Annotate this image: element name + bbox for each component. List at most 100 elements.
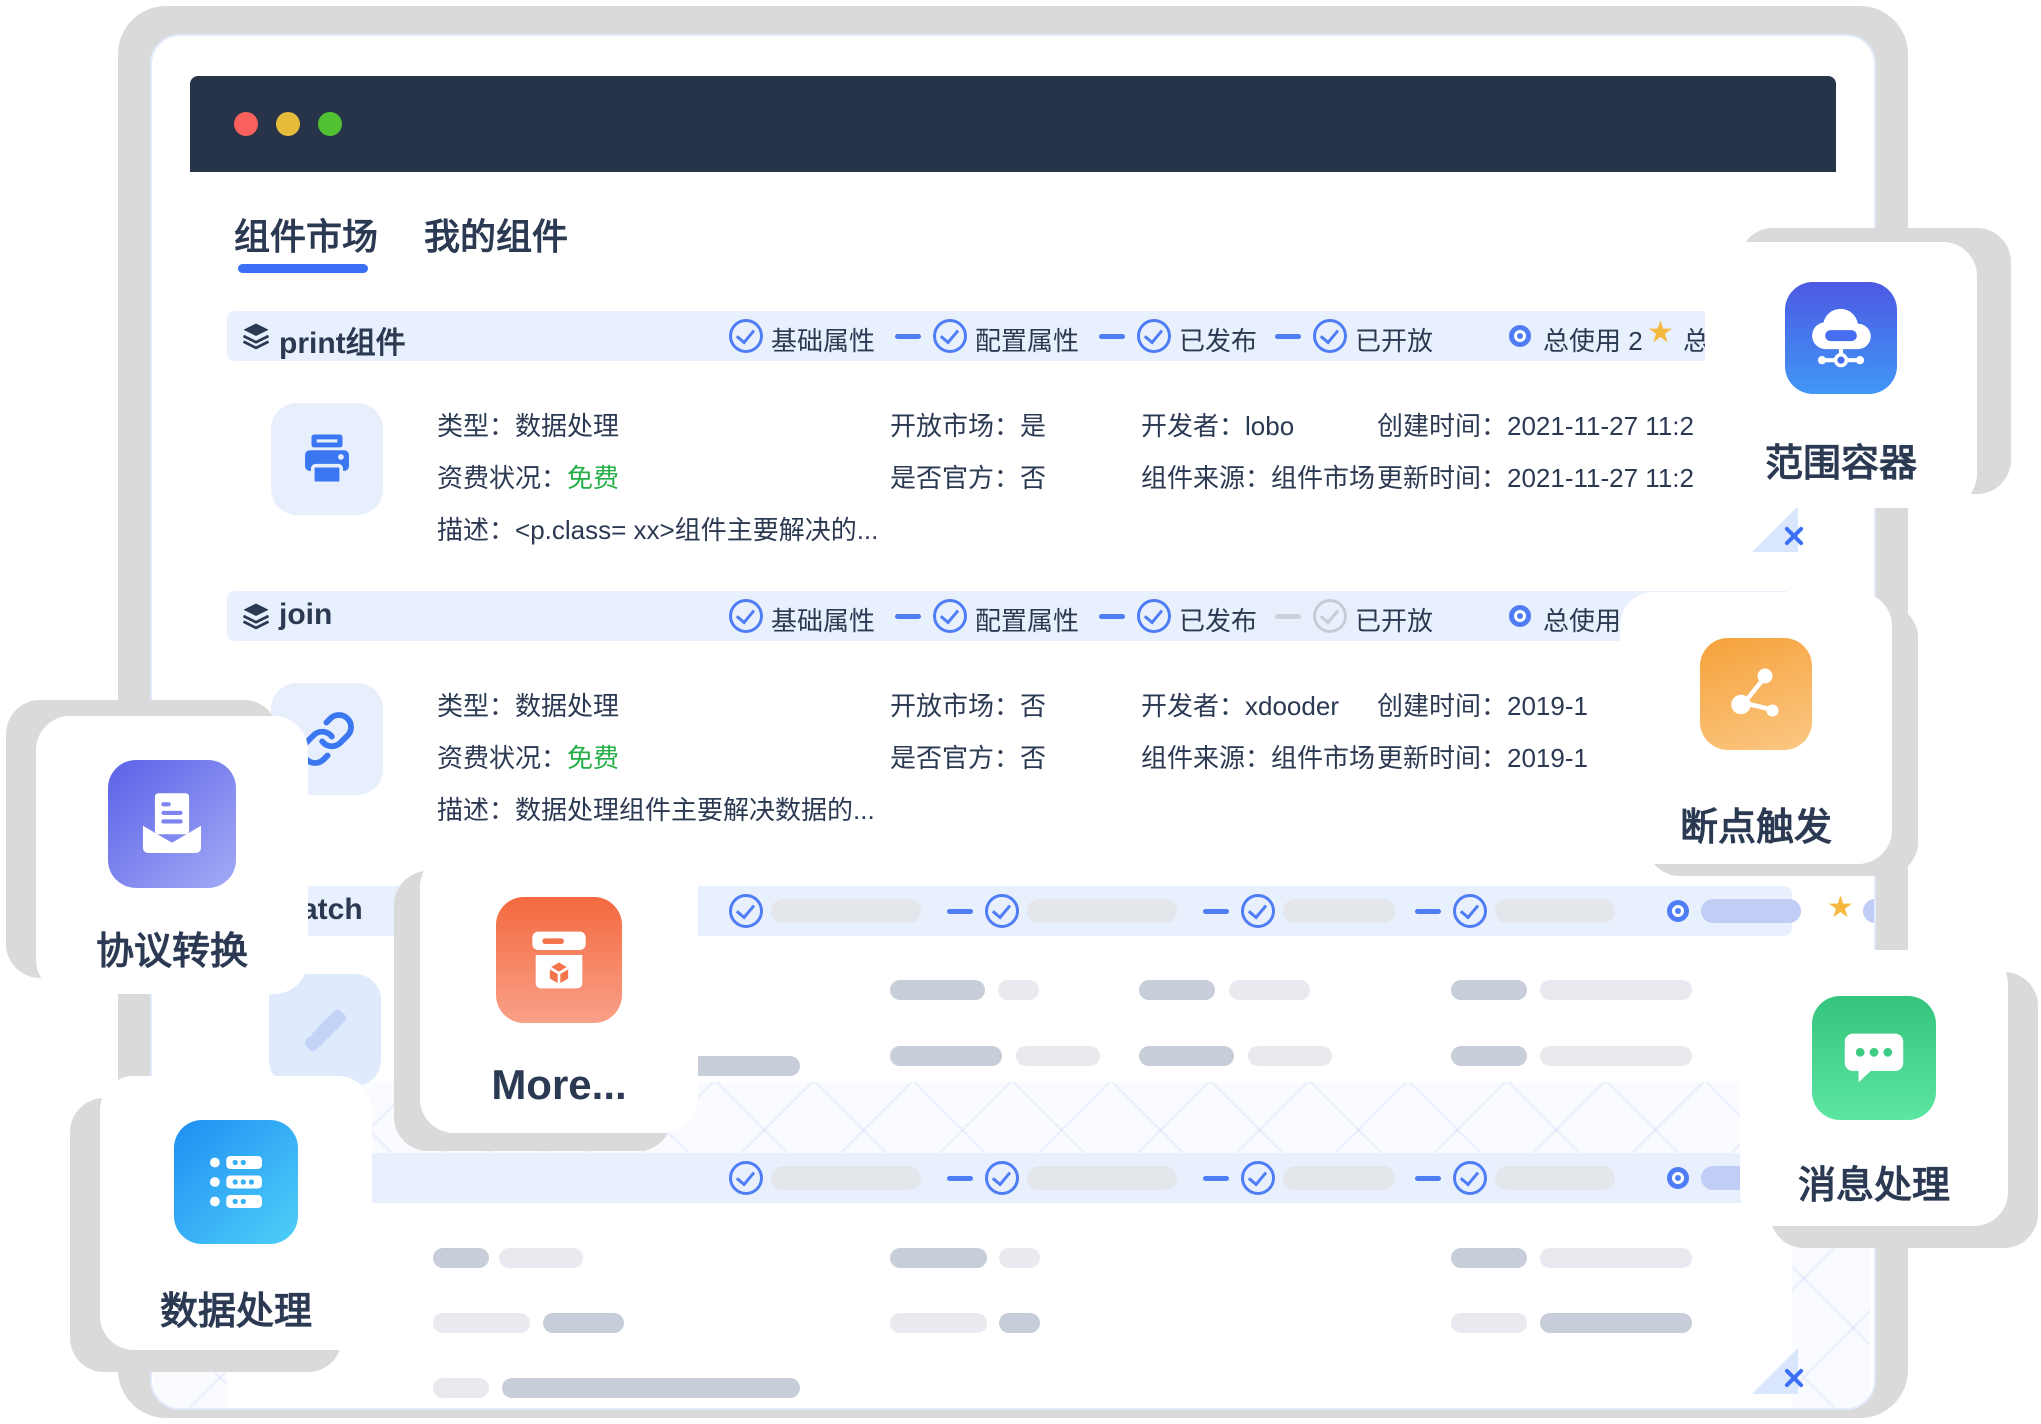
step-check-icon <box>1453 1161 1487 1195</box>
feature-card-breakpoint-trigger[interactable]: 断点触发 <box>1620 592 1892 864</box>
step-check-icon <box>1453 894 1487 928</box>
card-header: join 基础属性 配置属性 已发布 已开放 总使用 6 ★ 总评 <box>227 591 1792 641</box>
step-check-icon <box>985 1161 1019 1195</box>
field-value: xdooder <box>1245 691 1339 721</box>
step-check-icon <box>1137 319 1171 353</box>
field-value: lobo <box>1245 411 1294 441</box>
step-check-icon <box>1137 599 1171 633</box>
step-check-icon <box>933 319 967 353</box>
feature-card-label: 数据处理 <box>100 1280 372 1335</box>
step-dash <box>1415 1176 1441 1181</box>
field-label: 组件来源： <box>1141 463 1271 493</box>
field-label: 类型： <box>437 691 515 721</box>
skeleton-pill <box>999 1248 1040 1268</box>
field-label: 更新时间： <box>1377 463 1507 493</box>
field-label: 描述： <box>437 795 515 825</box>
step-dash <box>1275 334 1301 339</box>
step-label: 已开放 <box>1355 321 1433 358</box>
field-value: 数据处理 <box>515 691 619 721</box>
card-title: join <box>279 598 332 632</box>
maximize-window-icon[interactable] <box>318 112 342 136</box>
feature-card-message-processing[interactable]: 消息处理 <box>1740 950 2008 1226</box>
close-window-icon[interactable] <box>234 112 258 136</box>
field-label: 开发者： <box>1141 411 1245 441</box>
skeleton-pill <box>1540 980 1692 1000</box>
rating-skeleton <box>1863 899 1876 923</box>
step-dash <box>895 614 921 619</box>
close-selection-icon[interactable] <box>1782 1366 1806 1390</box>
field-value: 否 <box>1020 743 1046 773</box>
usage-icon <box>1667 900 1689 922</box>
field-value: 2019-1 <box>1507 743 1588 773</box>
field-label: 开放市场： <box>890 691 1020 721</box>
layers-icon <box>241 321 271 351</box>
browser-window: 组件市场 我的组件 print组件 基础属性 配置属性 已发布 已开放 <box>150 34 1876 1410</box>
step-label-skeleton <box>771 899 921 923</box>
field-value: 2021-11-27 11:2 <box>1507 411 1694 441</box>
skeleton-pill <box>1016 1046 1100 1066</box>
step-label-skeleton <box>1027 1166 1177 1190</box>
component-card-skeleton[interactable]: ★ <box>227 1153 1792 1410</box>
skeleton-pill <box>1451 1046 1527 1066</box>
step-label-skeleton <box>1495 899 1615 923</box>
field-value: 组件市场 <box>1271 743 1375 773</box>
field-label: 类型： <box>437 411 515 441</box>
field-value: 否 <box>1020 463 1046 493</box>
skeleton-pill <box>433 1378 489 1398</box>
field-value-free: 免费 <box>567 463 619 493</box>
layers-icon <box>241 601 271 631</box>
field-value: 是 <box>1020 411 1046 441</box>
field-value: 数据处理 <box>515 411 619 441</box>
skeleton-pill <box>1540 1313 1692 1333</box>
active-tab-underline <box>238 264 368 273</box>
feature-card-label: 断点触发 <box>1620 796 1892 851</box>
feature-card-label: 范围容器 <box>1705 432 1977 487</box>
skeleton-pill <box>999 1313 1040 1333</box>
field-label: 是否官方： <box>890 743 1020 773</box>
step-dash <box>1099 614 1125 619</box>
skeleton-pill <box>433 1248 489 1268</box>
step-label: 已开放 <box>1355 601 1433 638</box>
skeleton-pill <box>890 980 985 1000</box>
usage-skeleton <box>1701 899 1801 923</box>
feature-card-scope-container[interactable]: 范围容器 <box>1705 242 1977 508</box>
tab-component-market[interactable]: 组件市场 <box>234 208 378 260</box>
step-dash <box>1203 909 1229 914</box>
feature-card-data-processing[interactable]: 数据处理 <box>100 1076 372 1350</box>
skeleton-pill <box>499 1248 583 1268</box>
close-selection-icon[interactable] <box>1782 524 1806 548</box>
step-label-skeleton <box>1027 899 1177 923</box>
field-value: <p.class= xx>组件主要解决的... <box>515 515 878 545</box>
storefront-icon <box>496 897 622 1023</box>
field-label: 开放市场： <box>890 411 1020 441</box>
field-label: 组件来源： <box>1141 743 1271 773</box>
tab-my-components[interactable]: 我的组件 <box>424 208 568 260</box>
step-check-icon <box>729 319 763 353</box>
minimize-window-icon[interactable] <box>276 112 300 136</box>
skeleton-pill <box>998 980 1039 1000</box>
skeleton-pill <box>890 1313 987 1333</box>
field-value: 2021-11-27 11:2 <box>1507 463 1694 493</box>
feature-card-protocol-conversion[interactable]: 协议转换 <box>36 716 308 994</box>
skeleton-pill <box>890 1248 987 1268</box>
molecule-icon <box>1700 638 1812 750</box>
step-label-skeleton <box>1283 899 1395 923</box>
window-titlebar <box>190 76 1836 172</box>
step-check-icon <box>729 599 763 633</box>
field-label: 开发者： <box>1141 691 1245 721</box>
skeleton-pill <box>1451 1313 1527 1333</box>
step-check-icon <box>1241 894 1275 928</box>
step-dash <box>1415 909 1441 914</box>
step-check-icon <box>1241 1161 1275 1195</box>
component-card-print[interactable]: print组件 基础属性 配置属性 已发布 已开放 总使用 2 ★ 总评 <box>227 311 1792 551</box>
field-label: 资费状况： <box>437 743 567 773</box>
step-check-icon <box>729 1161 763 1195</box>
component-card-join[interactable]: join 基础属性 配置属性 已发布 已开放 总使用 6 ★ 总评 <box>227 591 1792 831</box>
feature-card-more[interactable]: More... <box>420 853 698 1133</box>
feature-card-label: 消息处理 <box>1740 1154 2008 1209</box>
star-icon: ★ <box>1827 890 1854 925</box>
data-rows-icon <box>174 1120 298 1244</box>
step-dash <box>947 1176 973 1181</box>
field-label: 创建时间： <box>1377 411 1507 441</box>
star-icon: ★ <box>1647 315 1674 350</box>
